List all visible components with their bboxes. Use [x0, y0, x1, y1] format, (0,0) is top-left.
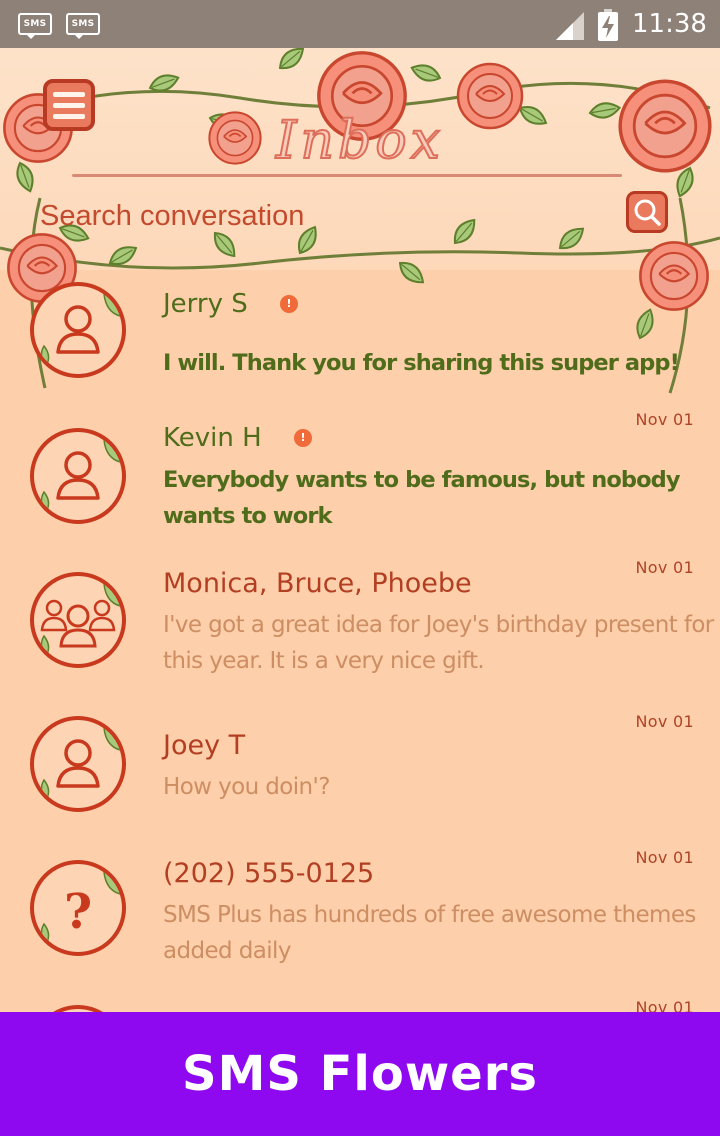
- unread-indicator-icon: !: [280, 295, 298, 313]
- group-icon: [40, 582, 121, 658]
- contact-avatar: [30, 716, 126, 812]
- message-snippet: SMS Plus has hundreds of free awesome th…: [163, 902, 696, 964]
- unread-indicator-icon: !: [294, 429, 312, 447]
- sms-notification-icon: SMS: [18, 13, 52, 39]
- person-icon: [40, 438, 121, 514]
- person-icon: [40, 292, 121, 368]
- contact-avatar: [30, 428, 126, 524]
- search-icon: [634, 199, 661, 226]
- status-bar: SMS SMS 11:38: [0, 0, 720, 48]
- message-date: Nov 01: [635, 410, 694, 429]
- clock: 11:38: [632, 9, 707, 39]
- unknown-contact-icon: ?: [40, 870, 121, 946]
- contact-name: Jerry S: [163, 289, 248, 319]
- battery-charging-icon: [598, 9, 618, 41]
- svg-text:?: ?: [64, 884, 92, 940]
- sms-notification-icon: SMS: [66, 13, 100, 39]
- hamburger-menu-icon: [53, 91, 85, 97]
- person-icon: [40, 726, 121, 802]
- message-snippet: I will. Thank you for sharing this super…: [163, 350, 680, 376]
- conversation-item[interactable]: Nov 01 Monica, Bruce, Phoebe I've got a …: [0, 552, 720, 700]
- contact-avatar: [30, 1005, 126, 1012]
- contact-avatar: [30, 572, 126, 668]
- message-date: Nov 01: [635, 558, 694, 577]
- message-date: Nov 01: [635, 848, 694, 867]
- conversation-list: Jerry S ! I will. Thank you for sharing …: [0, 270, 720, 1012]
- search-input[interactable]: [40, 196, 600, 236]
- signal-icon: [556, 12, 584, 40]
- message-date: Nov 01: [635, 712, 694, 731]
- contact-avatar: ?: [30, 860, 126, 956]
- title-divider: [72, 174, 622, 177]
- conversation-item[interactable]: Nov 01 Joey T How you doin'?: [0, 700, 720, 838]
- app-name-banner: SMS Flowers: [0, 1012, 720, 1136]
- conversation-item[interactable]: Nov 01: [0, 998, 720, 1012]
- page-title: Inbox: [275, 110, 444, 172]
- search-button[interactable]: [626, 191, 668, 233]
- contact-avatar: [30, 282, 126, 378]
- message-snippet: I've got a great idea for Joey's birthda…: [163, 612, 714, 674]
- message-snippet: How you doin'?: [163, 774, 330, 800]
- conversation-item[interactable]: ? Nov 01 (202) 555-0125 SMS Plus has hun…: [0, 838, 720, 998]
- contact-name: Joey T: [163, 730, 246, 761]
- contact-name: (202) 555-0125: [163, 858, 375, 889]
- contact-name: Monica, Bruce, Phoebe: [163, 568, 472, 599]
- contact-name: Kevin H: [163, 423, 262, 453]
- menu-button[interactable]: [43, 79, 95, 131]
- message-date: Nov 01: [635, 998, 694, 1012]
- message-snippet: Everybody wants to be famous, but nobody…: [163, 467, 681, 529]
- conversation-item[interactable]: Nov 01 Kevin H ! Everybody wants to be f…: [0, 408, 720, 552]
- conversation-item[interactable]: Jerry S ! I will. Thank you for sharing …: [0, 270, 720, 408]
